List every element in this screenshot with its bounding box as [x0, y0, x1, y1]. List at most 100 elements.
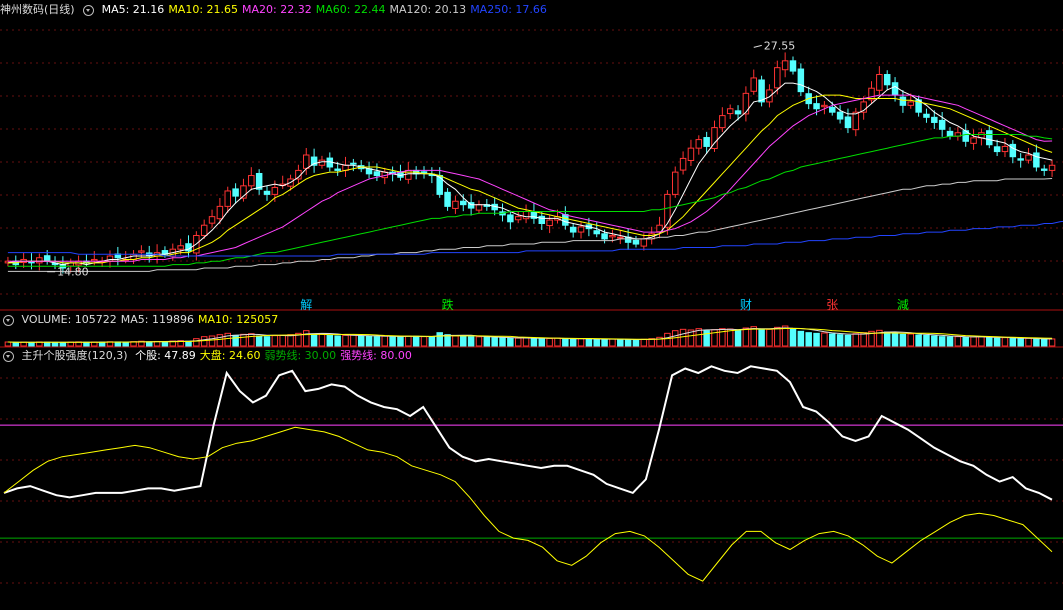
volume-bar [98, 341, 106, 347]
candle-up [695, 139, 703, 149]
candle-up [224, 190, 231, 207]
volume-bar [483, 336, 491, 347]
candle-up [522, 211, 530, 220]
candle-down [1040, 168, 1048, 171]
candle-down [734, 110, 742, 115]
candle-up [1048, 164, 1056, 171]
candle-down [350, 162, 357, 165]
candle-down [420, 171, 428, 174]
volume-bar [624, 339, 632, 347]
volume-bar [420, 336, 428, 347]
volume-bar [538, 338, 546, 347]
volume-bar [161, 341, 169, 347]
candle-up [907, 101, 915, 106]
candle-down [844, 116, 852, 129]
candle-up [774, 67, 781, 89]
volume-bar [593, 338, 600, 347]
candle-down [1033, 152, 1040, 168]
volume-bar [499, 337, 506, 347]
volume-bar [350, 334, 357, 347]
volume-bar [334, 335, 341, 347]
volume-bar [546, 338, 553, 347]
volume-bar [491, 337, 498, 347]
volume-bar [460, 335, 467, 347]
dropdown-icon[interactable] [3, 350, 14, 362]
volume-bar [1001, 337, 1009, 347]
volume-bar [1017, 338, 1024, 347]
volume-bar [255, 335, 263, 347]
indicator-name: 主升个股强度(120,3) [21, 349, 128, 362]
price-header: 神州数码(日线) MA5: 21.16 MA10: 21.65 MA20: 22.3… [0, 2, 555, 18]
candle-down [28, 261, 35, 264]
event-marker-1: 跌 [442, 297, 454, 312]
volume-bar [28, 342, 35, 347]
candle-down [538, 215, 546, 224]
price-annotation-low: 14.80 [57, 266, 89, 279]
volume-bar [279, 334, 286, 347]
volume-bar [954, 336, 962, 347]
volume-bar [389, 336, 396, 347]
volume-bar [946, 336, 954, 347]
volume-bar [891, 332, 899, 347]
volume-bar [679, 328, 687, 347]
price-panel: 27.55 14.80 解 跌 财 张 減 [4, 39, 1063, 312]
ma-line-ma10 [7, 94, 1053, 264]
volume-legend-1: MA5: 119896 [120, 313, 194, 326]
volume-bar [569, 338, 577, 347]
candle-down [460, 200, 467, 206]
candle-up [671, 171, 679, 195]
indicator-header: 主升个股强度(120,3) 个股: 47.89 大盘: 24.60 弱势线: 30.… [0, 348, 420, 364]
volume-bar [240, 333, 247, 347]
price-annotation-high: 27.55 [764, 39, 796, 52]
volume-bar [821, 332, 828, 347]
dropdown-icon[interactable] [83, 4, 95, 16]
candle-down [797, 68, 805, 93]
candle-down [334, 168, 341, 171]
volume-bar [145, 341, 153, 347]
volume-bar [530, 337, 538, 347]
price-legend-1: MA10: 21.65 [168, 3, 239, 16]
candle-up [1025, 154, 1032, 161]
volume-bar [216, 334, 224, 347]
volume-bar [907, 333, 915, 347]
dropdown-icon[interactable] [3, 314, 14, 326]
volume-bar [813, 332, 820, 347]
candle-down [993, 146, 1001, 153]
volume-bar [726, 328, 734, 347]
candle-up [138, 250, 145, 253]
candle-down [891, 82, 899, 96]
volume-bar [303, 330, 310, 347]
indicator-series-1 [3, 426, 1053, 582]
volume-bar [640, 338, 648, 347]
volume-bar [734, 329, 742, 347]
event-marker-0: 解 [300, 298, 312, 312]
volume-bar [703, 330, 710, 347]
candle-down [1009, 143, 1017, 158]
volume-bar [12, 341, 20, 347]
volume-bar [326, 334, 334, 347]
volume-bar [852, 333, 860, 347]
volume-header: VOLUME: 105722 MA5: 119896 MA10: 125057 [0, 312, 286, 328]
volume-bar [986, 337, 993, 347]
volume-bar [829, 333, 836, 347]
candle-up [687, 147, 695, 161]
candle-down [923, 113, 930, 118]
volume-bar [797, 330, 805, 347]
candle-up [546, 219, 553, 227]
volume-bar [617, 338, 624, 347]
candle-up [781, 60, 789, 71]
indicator-legend-3: 强势线: 80.00 [340, 349, 412, 362]
stock-title: 神州数码(日线) [0, 3, 75, 16]
ma-line-ma20 [7, 94, 1053, 262]
price-legend-5: MA250: 17.66 [470, 3, 547, 16]
candle-down [43, 255, 51, 262]
candle-up [271, 187, 279, 195]
volume-bar [59, 342, 67, 347]
volume-bar [758, 329, 765, 347]
volume-bar [514, 337, 522, 347]
indicator-legend-2: 弱势线: 30.00 [264, 349, 337, 362]
indicator-legend-0: 个股: 47.89 [135, 349, 196, 362]
volume-bar [860, 332, 867, 347]
volume-bar [365, 335, 373, 347]
candle-down [836, 111, 844, 120]
